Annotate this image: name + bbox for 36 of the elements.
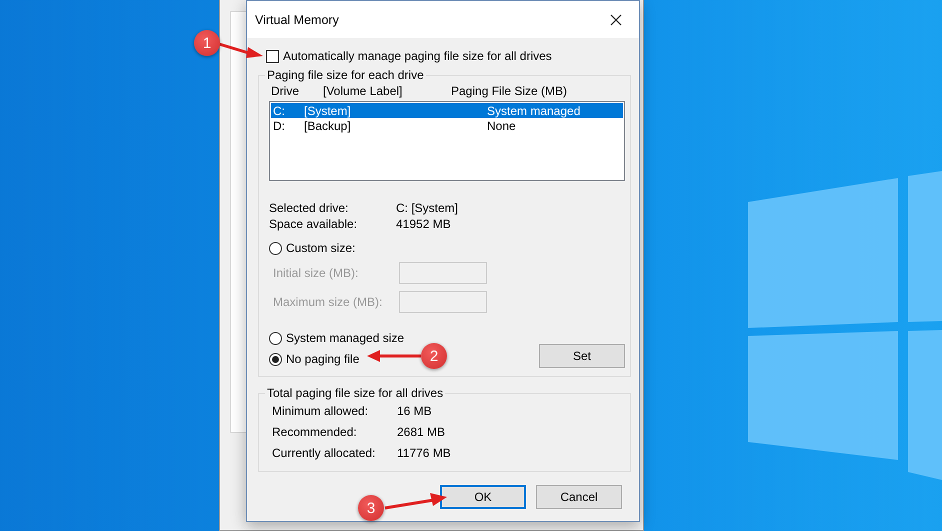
set-button[interactable]: Set [539, 344, 625, 368]
radio-label: Custom size: [286, 241, 356, 255]
total-label: Currently allocated: [272, 446, 376, 460]
field-label: Maximum size (MB): [273, 294, 384, 308]
radio-button[interactable] [269, 332, 282, 344]
checkbox-label: Automatically manage paging file size for all drives [283, 49, 552, 63]
total-value: 16 MB [397, 404, 433, 418]
drive-row[interactable]: D: [Backup] None [271, 118, 623, 133]
close-icon [610, 14, 622, 26]
column-header: Paging File Size (MB) [451, 84, 568, 98]
radio-button[interactable] [269, 242, 282, 254]
window-title: Virtual Memory [255, 12, 339, 26]
callout-arrow [366, 349, 422, 363]
total-label: Recommended: [272, 424, 358, 438]
radio-label: System managed size [286, 331, 404, 345]
radio-button[interactable] [269, 352, 282, 366]
total-value: 11776 MB [397, 446, 452, 460]
column-header: Drive [271, 84, 300, 98]
group-title: Paging file size for each drive [266, 68, 425, 82]
radio-label: No paging file [286, 352, 360, 366]
callout-arrow [218, 42, 264, 58]
cancel-button[interactable]: Cancel [536, 485, 622, 509]
checkbox[interactable] [266, 50, 279, 62]
info-value: C: [System] [396, 201, 460, 215]
group-title: Total paging file size for all drives [266, 386, 444, 400]
info-value: 41952 MB [396, 217, 452, 231]
field-label: Initial size (MB): [273, 266, 360, 280]
total-value: 2681 MB [397, 424, 446, 438]
column-header: [Volume Label] [323, 84, 404, 98]
callout-arrow [384, 491, 448, 511]
info-label: Space available: [269, 217, 358, 231]
drive-row[interactable]: C: [System] System managed [271, 103, 623, 118]
step-badge: 1 [194, 30, 220, 56]
info-label: Selected drive: [269, 201, 350, 215]
total-label: Minimum allowed: [272, 404, 370, 418]
ok-button[interactable]: OK [440, 485, 526, 509]
